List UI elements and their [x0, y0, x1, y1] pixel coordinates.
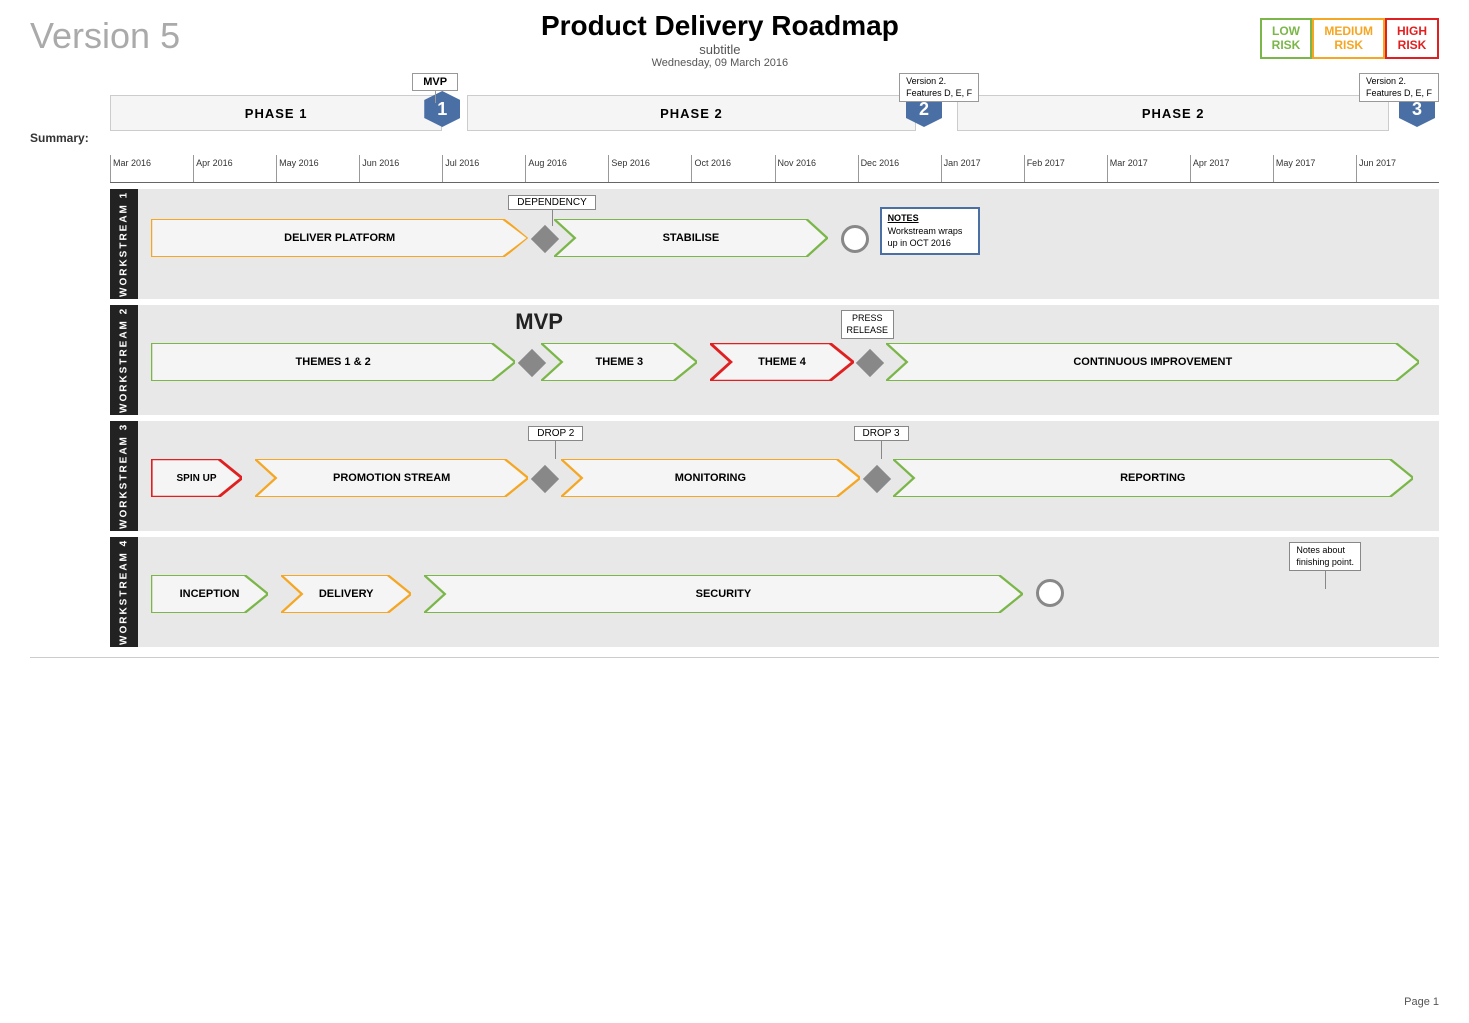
- phase1-box: PHASE 1: [110, 95, 442, 131]
- timeline-area: MVP Version 2.Features D, E, F Version 2…: [110, 73, 1439, 647]
- month-tick: Feb 2017: [1024, 155, 1107, 182]
- main-content: Summary: MVP Version 2.Features D, E, F …: [30, 73, 1439, 647]
- workstream-1-row: WORKSTREAM 1 DEPENDENCY DELIVER PL: [110, 189, 1439, 299]
- workstream-3-row: WORKSTREAM 3 DROP 2 DROP 3: [110, 421, 1439, 531]
- theme3: THEME 3: [541, 343, 697, 381]
- main-title: Product Delivery Roadmap: [180, 10, 1260, 42]
- page-number: Page 1: [1404, 996, 1439, 1008]
- ws3-label: WORKSTREAM 3: [110, 421, 138, 531]
- ws3-diamond2: [862, 465, 890, 493]
- month-tick: Sep 2016: [608, 155, 691, 182]
- dependency-callout: DEPENDENCY: [508, 195, 595, 226]
- risk-medium: MEDIUMRISK: [1312, 18, 1385, 59]
- version-callout-2: Version 2.Features D, E, F: [1359, 73, 1439, 102]
- bottom-line: [30, 657, 1439, 658]
- month-tick: Apr 2016: [193, 155, 276, 182]
- month-tick: Jul 2016: [442, 155, 525, 182]
- security: SECURITY: [424, 575, 1022, 613]
- mvp-callout: MVP: [412, 73, 458, 103]
- risk-low: LOWRISK: [1260, 18, 1313, 59]
- month-tick: Mar 2017: [1107, 155, 1190, 182]
- month-tick: Jun 2016: [359, 155, 442, 182]
- month-tick: Aug 2016: [525, 155, 608, 182]
- promotion-stream: PROMOTION STREAM: [255, 459, 528, 497]
- themes12: THEMES 1 & 2: [151, 343, 515, 381]
- risk-legend: LOWRISK MEDIUMRISK HIGHRISK: [1260, 18, 1439, 59]
- ws2-label: WORKSTREAM 2: [110, 305, 138, 415]
- month-tick: Nov 2016: [775, 155, 858, 182]
- month-tick: Mar 2016: [110, 155, 193, 182]
- mvp-line: [435, 91, 436, 103]
- left-labels: Summary:: [30, 73, 110, 647]
- ws4-label: WORKSTREAM 4: [110, 537, 138, 647]
- month-tick: May 2016: [276, 155, 359, 182]
- mvp-label: MVP: [412, 73, 458, 91]
- workstream-2-row: WORKSTREAM 2 MVP PRESSRELEASE: [110, 305, 1439, 415]
- workstream-4-row: WORKSTREAM 4 Notes aboutfinishing point.: [110, 537, 1439, 647]
- month-tick: Jun 2017: [1356, 155, 1439, 182]
- ws2-diamond2: [856, 349, 884, 377]
- version-label: Version 5: [30, 15, 180, 57]
- ws1-content: DEPENDENCY DELIVER PLATFORM: [138, 189, 1439, 299]
- phase2-box-2: PHASE 2: [957, 95, 1389, 131]
- press-release: PRESSRELEASE: [841, 310, 895, 339]
- month-ticks: Mar 2016Apr 2016May 2016Jun 2016Jul 2016…: [110, 155, 1439, 183]
- ws1-label: WORKSTREAM 1: [110, 189, 138, 299]
- finishing-notes: Notes aboutfinishing point.: [1289, 542, 1361, 589]
- summary-label: Summary:: [30, 73, 110, 153]
- month-tick: Jan 2017: [941, 155, 1024, 182]
- ws3-diamond1: [531, 465, 559, 493]
- ws1-notes: NOTES Workstream wrapsup in OCT 2016: [880, 207, 980, 255]
- month-tick: Apr 2017: [1190, 155, 1273, 182]
- risk-high: HIGHRISK: [1385, 18, 1439, 59]
- subtitle: subtitle: [180, 42, 1260, 57]
- ws4-circle: [1036, 579, 1064, 607]
- drop3-callout: DROP 3: [854, 426, 909, 459]
- inception: INCEPTION: [151, 575, 268, 613]
- ws3-content: DROP 2 DROP 3 SPI: [138, 421, 1439, 531]
- header: Version 5 Product Delivery Roadmap subti…: [30, 10, 1439, 69]
- month-tick: Oct 2016: [691, 155, 774, 182]
- dependency-line: [552, 210, 553, 226]
- spinup: SPIN UP: [151, 459, 242, 497]
- deliver-platform: DELIVER PLATFORM: [151, 219, 528, 257]
- delivery: DELIVERY: [281, 575, 411, 613]
- month-tick: Dec 2016: [858, 155, 941, 182]
- monitoring: MONITORING: [561, 459, 860, 497]
- drop2-callout: DROP 2: [528, 426, 583, 459]
- version-callout-1: Version 2.Features D, E, F: [899, 73, 979, 102]
- workstream-container: WORKSTREAM 1 DEPENDENCY DELIVER PL: [110, 189, 1439, 647]
- reporting: REPORTING: [893, 459, 1413, 497]
- mvp-ws2: MVP: [515, 309, 563, 335]
- page: Version 5 Product Delivery Roadmap subti…: [0, 0, 1469, 1023]
- continuous-improvement: CONTINUOUS IMPROVEMENT: [886, 343, 1419, 381]
- ws1-circle: [841, 225, 869, 253]
- summary-row: MVP Version 2.Features D, E, F Version 2…: [110, 73, 1439, 153]
- phase2-box: PHASE 2: [467, 95, 916, 131]
- ws2-content: MVP PRESSRELEASE THEMES 1 & 2: [138, 305, 1439, 415]
- title-block: Product Delivery Roadmap subtitle Wednes…: [180, 10, 1260, 69]
- theme4: THEME 4: [710, 343, 853, 381]
- month-tick: May 2017: [1273, 155, 1356, 182]
- ws4-content: Notes aboutfinishing point. INCEPTION: [138, 537, 1439, 647]
- date-label: Wednesday, 09 March 2016: [180, 57, 1260, 69]
- dependency-label: DEPENDENCY: [508, 195, 595, 210]
